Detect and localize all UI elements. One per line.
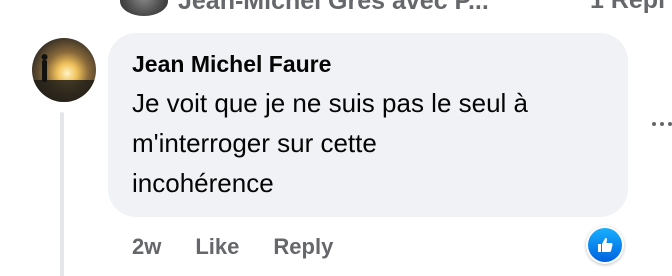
comment-text: Je voit que je ne suis pas le seul à m'i… bbox=[132, 88, 529, 198]
like-thumbs-up-icon bbox=[588, 228, 622, 262]
previous-reply-count[interactable]: 1 Repl bbox=[590, 0, 665, 15]
avatar-sunset-image bbox=[32, 38, 96, 102]
thread-connector-line bbox=[60, 112, 64, 276]
previous-reply-summary: Jean-Michel Gres avec P... bbox=[178, 0, 489, 15]
reaction-badge[interactable] bbox=[586, 226, 624, 264]
comment-thread: Jean-Michel Gres avec P... 1 Repl Jean M… bbox=[0, 0, 672, 276]
avatar[interactable] bbox=[32, 38, 96, 102]
comment-author-name[interactable]: Jean Michel Faure bbox=[132, 49, 604, 79]
previous-reply-row[interactable]: Jean-Michel Gres avec P... bbox=[120, 0, 489, 16]
previous-reply-avatar bbox=[120, 0, 168, 16]
comment-actions: 2w Like Reply bbox=[132, 230, 333, 264]
more-options-icon[interactable] bbox=[652, 112, 672, 136]
like-button[interactable]: Like bbox=[195, 234, 239, 260]
reply-button[interactable]: Reply bbox=[273, 234, 333, 260]
comment-timestamp[interactable]: 2w bbox=[132, 234, 161, 260]
comment-bubble: Jean Michel Faure Je voit que je ne suis… bbox=[108, 33, 628, 217]
